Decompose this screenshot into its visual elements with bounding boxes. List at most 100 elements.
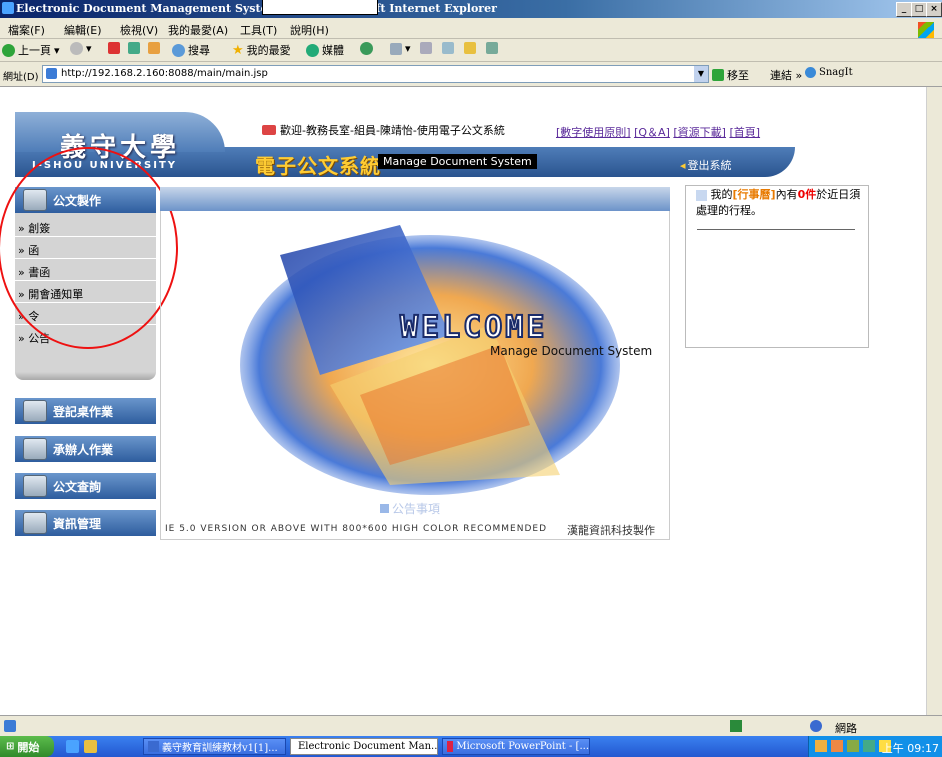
menu-file[interactable]: 檔案(F) [8,22,45,38]
address-label: 網址(D) [3,72,39,83]
home-icon [148,42,160,54]
media-icon [306,43,319,57]
search-button[interactable]: 搜尋 [172,42,210,58]
system-name-en: Manage Document System [378,154,537,169]
tray-icon[interactable] [847,740,859,752]
menu-edit[interactable]: 編輯(E) [64,22,102,38]
announcements-link[interactable]: 公告事項 [380,500,440,517]
refresh-icon [128,42,140,54]
link-qa[interactable]: [Q＆A] [634,126,670,139]
print-icon [420,42,432,54]
registration-icon [23,400,47,422]
nav-handler[interactable]: 承辦人作業 [15,436,156,462]
snagit-icon [805,67,816,78]
minimize-button[interactable]: _ [896,2,912,17]
task-training-doc[interactable]: 義守教育訓練教材v1[1]... [143,738,286,755]
logout-icon: ◂ [680,158,686,172]
word-icon [148,741,159,752]
links-button[interactable]: 連結 » [770,67,802,83]
menu-help[interactable]: 說明(H) [290,22,329,38]
system-tray: 上午 09:17 [808,736,942,757]
search-icon [172,43,185,57]
forward-arrow-icon [70,42,83,55]
welcome-message: 歡迎-教務長室-組員-陳靖怡-使用電子公文系統 [262,122,505,138]
clock: 上午 09:17 [881,742,939,755]
menu-bar: 檔案(F) 編輯(E) 檢視(V) 我的最愛(A) 工具(T) 說明(H) [0,18,942,39]
nav-registration[interactable]: 登記桌作業 [15,398,156,424]
menu-tools[interactable]: 工具(T) [240,22,277,38]
schedule-link[interactable]: [行事曆] [733,188,776,201]
content-header-bar [160,187,670,211]
calendar-icon [696,189,707,201]
print-button[interactable] [420,42,432,54]
edit-icon [442,42,454,54]
window-title: Electronic Document Management System 1.… [16,2,497,15]
star-icon: ★ [232,42,244,58]
title-redaction-box [262,0,378,15]
go-button[interactable]: 移至 [712,67,749,83]
nav-query[interactable]: 公文查詢 [15,473,156,499]
powerpoint-icon [447,741,454,752]
snagit-button[interactable]: SnagIt [805,67,853,78]
system-name: 電子公文系統 [255,154,381,178]
maximize-button[interactable]: □ [911,2,927,17]
edit-button[interactable] [442,42,454,54]
mail-button[interactable]: ▾ [390,42,411,55]
panel-divider [697,229,855,230]
stop-icon [108,42,120,54]
internet-zone: 網路 [835,722,857,735]
status-bar: 網路 [0,715,942,737]
help-icon [810,720,822,732]
forward-button[interactable]: ▾ [70,42,92,55]
page-status-icon [4,720,16,732]
info-icon [23,512,47,534]
home-button[interactable] [148,42,160,54]
media-button[interactable]: 媒體 [306,42,344,58]
address-input[interactable]: http://192.168.2.160:8088/main/main.jsp … [42,65,709,83]
menu-view[interactable]: 檢視(V) [120,22,158,38]
submenu-bottom [15,372,156,380]
history-button[interactable] [360,42,373,55]
windows-flag-icon: ⊞ [6,741,15,752]
start-button[interactable]: ⊞ 開始 [0,736,54,757]
folder-button[interactable] [464,42,476,54]
folder-icon [464,42,476,54]
page-icon [46,68,57,79]
menu-favorites[interactable]: 我的最愛(A) [168,22,228,38]
welcome-logo-text: WELCOME [399,309,548,346]
footer-recommendation: IE 5.0 VERSION OR ABOVE WITH 800*600 HIG… [165,524,548,534]
user-icon [262,125,276,135]
windows-logo-icon [918,22,934,38]
quicklaunch-desktop-icon[interactable] [84,740,97,753]
stop-button[interactable] [108,42,120,54]
go-arrow-icon [712,69,724,81]
announcement-icon [380,504,389,513]
tray-icon[interactable] [815,740,827,752]
vertical-scrollbar[interactable] [926,87,942,715]
task-ie-window[interactable]: Electronic Document Man... [290,738,438,755]
quicklaunch-ie-icon[interactable] [66,740,79,753]
back-button[interactable]: 上一頁 ▾ [2,42,60,58]
link-downloads[interactable]: [資源下載] [673,126,726,139]
address-dropdown-icon[interactable]: ▼ [694,66,708,82]
query-icon [23,475,47,497]
nav-info-management[interactable]: 資訊管理 [15,510,156,536]
tray-icon[interactable] [863,740,875,752]
top-links: [數字使用原則] [Q＆A] [資源下載] [首頁] [556,124,760,140]
taskbar: ⊞ 開始 義守教育訓練教材v1[1]... Electronic Documen… [0,736,942,757]
ie-icon [2,2,14,14]
link-home[interactable]: [首頁] [729,126,760,139]
research-button[interactable] [486,42,498,54]
refresh-button[interactable] [128,42,140,54]
link-usage-rules[interactable]: [數字使用原則] [556,126,631,139]
schedule-count: 0件 [797,188,817,201]
schedule-notice: 我的[行事曆]內有0件於近日須處理的行程。 [696,188,861,217]
welcome-subtitle: Manage Document System [490,344,653,358]
red-highlight-circle [0,147,178,349]
tray-icon[interactable] [831,740,843,752]
logout-button[interactable]: ◂ 登出系統 [680,157,732,173]
favorites-button[interactable]: ★ 我的最愛 [232,42,291,58]
task-powerpoint[interactable]: Microsoft PowerPoint - [... [442,738,590,755]
footer-org: 漢龍資訊科技製作 [567,524,655,537]
close-button[interactable]: × [926,2,942,17]
